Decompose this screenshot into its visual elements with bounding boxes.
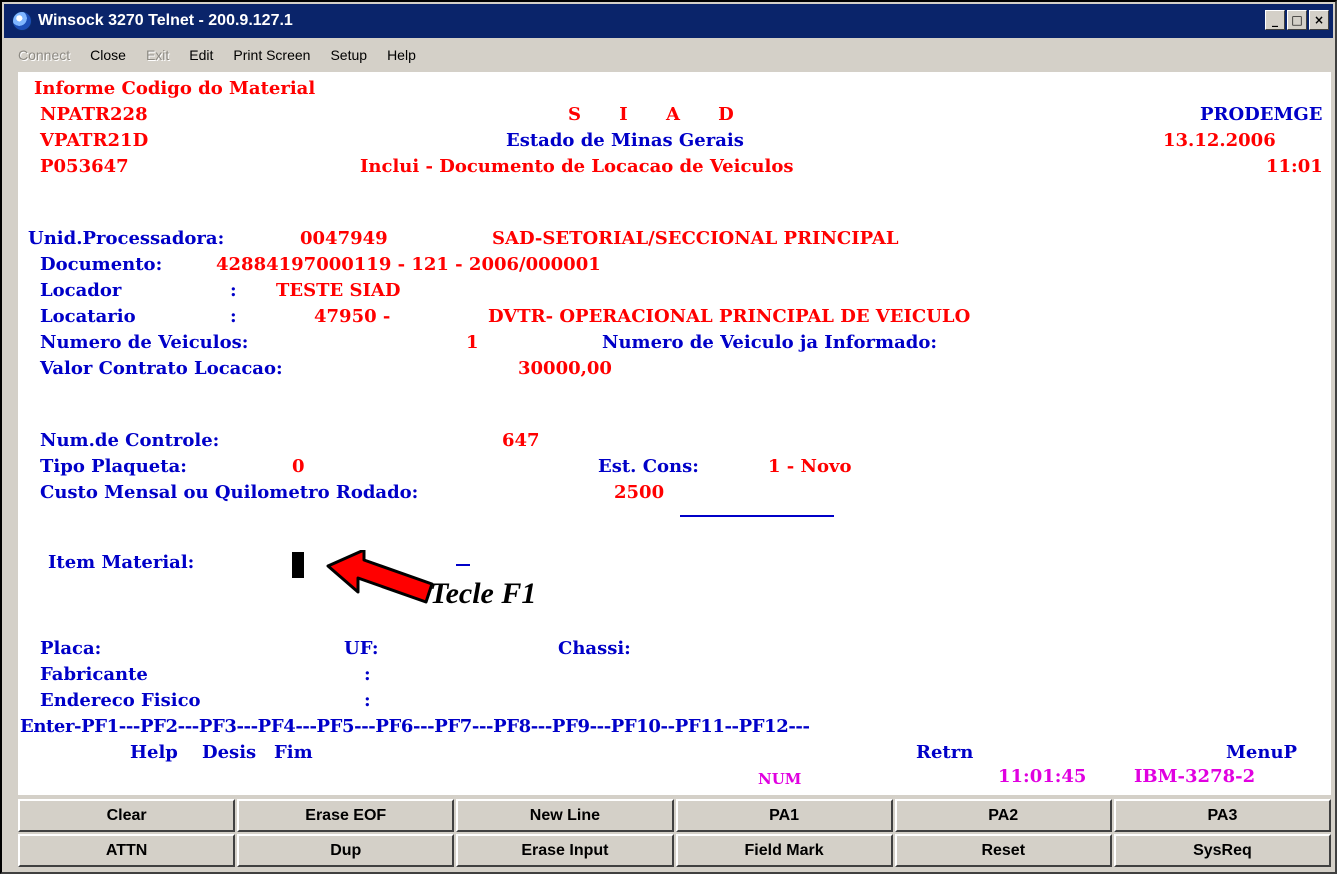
est-cons-label: Est. Cons: bbox=[598, 456, 699, 477]
pf2-desis-label[interactable]: Desis bbox=[202, 740, 256, 766]
status-time: 11:01:45 bbox=[998, 766, 1087, 787]
dup-button[interactable]: Dup bbox=[237, 834, 455, 867]
date: 13.12.2006 bbox=[1163, 130, 1276, 151]
window-title: Winsock 3270 Telnet - 200.9.127.1 bbox=[38, 12, 293, 29]
close-button[interactable]: × bbox=[1309, 10, 1329, 30]
function-title: Inclui - Documento de Locacao de Veiculo… bbox=[360, 156, 794, 177]
locatario-code: 47950 - bbox=[314, 306, 391, 327]
num-controle-value: 647 bbox=[502, 430, 540, 451]
locador-value: TESTE SIAD bbox=[276, 280, 401, 301]
status-terminal: IBM-3278-2 bbox=[1134, 766, 1256, 787]
locatario-name: DVTR- OPERACIONAL PRINCIPAL DE VEICULO bbox=[488, 306, 971, 327]
menu-setup[interactable]: Setup bbox=[328, 45, 369, 65]
num-veiculos-value: 1 bbox=[466, 332, 479, 353]
custo-label: Custo Mensal ou Quilometro Rodado: bbox=[40, 482, 419, 503]
pf-key-line: Enter-PF1---PF2---PF3---PF4---PF5---PF6-… bbox=[20, 716, 810, 737]
status-num: NUM bbox=[758, 770, 802, 788]
window-controls: _ □ × bbox=[1263, 10, 1329, 30]
custo-input-underline[interactable] bbox=[680, 515, 834, 517]
placa-label: Placa: bbox=[40, 638, 102, 659]
sysreq-button[interactable]: SysReq bbox=[1113, 834, 1331, 867]
unid-label: Unid.Processadora: bbox=[28, 228, 225, 249]
pa1-button[interactable]: PA1 bbox=[675, 799, 893, 832]
menu-print-screen[interactable]: Print Screen bbox=[231, 45, 312, 65]
red-arrow-icon bbox=[326, 550, 434, 604]
est-cons-value: 1 - Novo bbox=[768, 456, 852, 477]
state-name: Estado de Minas Gerais bbox=[506, 130, 744, 151]
erase-eof-button[interactable]: Erase EOF bbox=[237, 799, 455, 832]
annotation-text: Tecle F1 bbox=[430, 577, 537, 610]
documento-value: 42884197000119 - 121 - 2006/000001 bbox=[216, 254, 601, 275]
locador-label: Locador bbox=[40, 280, 122, 301]
user-id: P053647 bbox=[40, 156, 129, 177]
num-veiculos-label: Numero de Veiculos: bbox=[40, 332, 249, 353]
app-icon[interactable] bbox=[12, 11, 32, 31]
menu-exit[interactable]: Exit bbox=[144, 45, 171, 65]
item-material-label: Item Material: bbox=[48, 552, 195, 573]
pa3-button[interactable]: PA3 bbox=[1113, 799, 1331, 832]
chassi-label: Chassi: bbox=[558, 638, 631, 659]
clear-button[interactable]: Clear bbox=[18, 799, 236, 832]
fabricante-label: Fabricante bbox=[40, 664, 148, 685]
time: 11:01 bbox=[1266, 156, 1323, 177]
menu-bar: Connect Close Exit Edit Print Screen Set… bbox=[4, 40, 1333, 70]
uf-label: UF: bbox=[344, 638, 379, 659]
reset-button[interactable]: Reset bbox=[894, 834, 1112, 867]
attn-button[interactable]: ATTN bbox=[18, 834, 236, 867]
endereco-label: Endereco Fisico bbox=[40, 690, 201, 711]
num-informado-label: Numero de Veiculo ja Informado: bbox=[602, 332, 937, 353]
documento-label: Documento: bbox=[40, 254, 163, 275]
screen-id: VPATR21D bbox=[40, 130, 149, 151]
unid-code: 0047949 bbox=[300, 228, 388, 249]
terminal-screen[interactable]: Informe Codigo do Material NPATR228 S I … bbox=[18, 72, 1331, 795]
system-name: S I A D bbox=[568, 104, 740, 125]
pf12-menup-label[interactable]: MenuP bbox=[1226, 740, 1297, 766]
pa2-button[interactable]: PA2 bbox=[894, 799, 1112, 832]
field-mark-button[interactable]: Field Mark bbox=[675, 834, 893, 867]
valor-label: Valor Contrato Locacao: bbox=[40, 358, 283, 379]
custo-value: 2500 bbox=[614, 482, 665, 503]
title-bar[interactable]: Winsock 3270 Telnet - 200.9.127.1 _ □ × bbox=[4, 4, 1333, 38]
valor-value: 30000,00 bbox=[518, 358, 612, 379]
unid-name: SAD-SETORIAL/SECCIONAL PRINCIPAL bbox=[492, 228, 899, 249]
endereco-sep: : bbox=[364, 690, 371, 711]
locatario-label: Locatario bbox=[40, 306, 136, 327]
program-code: NPATR228 bbox=[40, 104, 148, 125]
minimize-button[interactable]: _ bbox=[1265, 10, 1285, 30]
item-material-dash bbox=[456, 564, 470, 566]
keypad: Clear Erase EOF New Line PA1 PA2 PA3 ATT… bbox=[18, 799, 1331, 871]
terminal-window: Winsock 3270 Telnet - 200.9.127.1 _ □ × … bbox=[0, 0, 1337, 874]
tipo-plaqueta-label: Tipo Plaqueta: bbox=[40, 456, 187, 477]
erase-input-button[interactable]: Erase Input bbox=[456, 834, 674, 867]
new-line-button[interactable]: New Line bbox=[456, 799, 674, 832]
fabricante-sep: : bbox=[364, 664, 371, 685]
tipo-plaqueta-value: 0 bbox=[292, 456, 305, 477]
menu-edit[interactable]: Edit bbox=[187, 45, 215, 65]
menu-close[interactable]: Close bbox=[88, 45, 128, 65]
cursor-block[interactable] bbox=[292, 552, 304, 578]
company-name: PRODEMGE bbox=[1200, 104, 1323, 125]
menu-connect[interactable]: Connect bbox=[16, 45, 72, 65]
pf9-retrn-label[interactable]: Retrn bbox=[916, 740, 973, 766]
menu-help[interactable]: Help bbox=[385, 45, 418, 65]
locatario-sep: : bbox=[230, 306, 237, 327]
maximize-button[interactable]: □ bbox=[1287, 10, 1307, 30]
locador-sep: : bbox=[230, 280, 237, 301]
pf3-fim-label[interactable]: Fim bbox=[274, 740, 313, 766]
pf1-help-label[interactable]: Help bbox=[130, 740, 178, 766]
num-controle-label: Num.de Controle: bbox=[40, 430, 220, 451]
message-line: Informe Codigo do Material bbox=[34, 78, 316, 99]
